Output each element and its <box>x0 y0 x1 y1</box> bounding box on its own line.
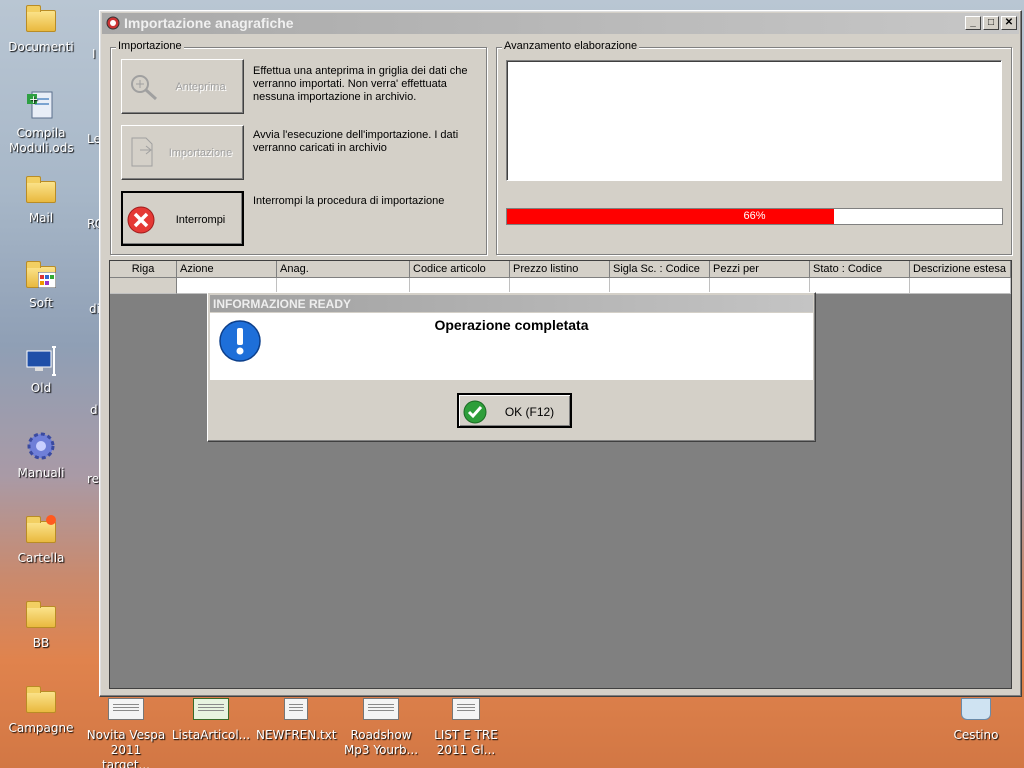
importazione-label: Importazione <box>168 147 233 159</box>
column-header-azione[interactable]: Azione <box>177 261 277 278</box>
desktop-icon-label: Mail <box>28 211 54 225</box>
anteprima-label: Anteprima <box>175 81 226 93</box>
progress-text: 66% <box>743 210 766 222</box>
magnifier-icon <box>131 75 158 101</box>
desktop-file-label: Roadshow Mp3 Yourb... <box>343 728 419 757</box>
desktop-icon-old[interactable]: Old <box>1 345 81 396</box>
dialog-message: Operazione completata <box>434 317 589 333</box>
document-icon <box>108 698 144 720</box>
desktop-icon-bb[interactable]: BB <box>1 600 81 651</box>
desktop-file-newfren[interactable]: NEWFREN.txt <box>256 698 337 743</box>
ok-button[interactable]: OK (F12) <box>457 393 572 428</box>
partial-label: re <box>87 472 100 486</box>
folder-icon <box>24 685 58 715</box>
close-button[interactable]: ✕ <box>1001 16 1017 30</box>
import-document-icon <box>131 137 153 167</box>
progress-bar: 66% <box>506 208 1003 225</box>
importazione-group-label: Importazione <box>116 40 184 52</box>
folder-star-icon <box>24 515 58 545</box>
window-titlebar[interactable]: Importazione anagrafiche _ □ ✕ <box>102 13 1019 34</box>
log-textarea[interactable] <box>506 60 1002 181</box>
interrompi-label: Interrompi <box>175 214 226 226</box>
spreadsheet-icon <box>193 698 229 720</box>
folder-apps-icon <box>24 260 58 290</box>
gear-icon <box>24 430 58 460</box>
maximize-button[interactable]: □ <box>983 16 999 30</box>
desktop-icon-label: Compila Moduli.ods <box>9 126 74 155</box>
desktop-icon-campagne[interactable]: Campagne <box>1 685 81 736</box>
folder-icon <box>24 175 58 205</box>
check-icon <box>463 400 487 424</box>
desktop-icon-label: Old <box>30 381 52 395</box>
column-header-descrizione-estesa[interactable]: Descrizione estesa <box>910 261 1011 278</box>
svg-text:+: + <box>29 93 38 106</box>
partial-label: I <box>92 47 96 61</box>
desktop-file-roadshow[interactable]: Roadshow Mp3 Yourb... <box>341 698 421 758</box>
desktop-file-list-e-tre[interactable]: LIST E TRE 2011 Gl... <box>426 698 506 758</box>
interrompi-description: Interrompi la procedura di importazione <box>253 195 445 207</box>
desktop-file-label: Novita Vespa 2011 target... <box>86 728 166 768</box>
folder-icon <box>24 600 58 630</box>
ok-button-label: OK (F12) <box>504 405 555 419</box>
desktop-icon-mail[interactable]: Mail <box>1 175 81 226</box>
column-header-riga[interactable]: Riga <box>110 261 177 278</box>
grid-header: Riga Azione Anag. Codice articolo Prezzo… <box>110 261 1011 278</box>
column-header-stato-codice[interactable]: Stato : Codice <box>810 261 910 278</box>
desktop-icon-label: Cestino <box>953 728 999 742</box>
folder-icon <box>24 4 58 34</box>
desktop-icon-documenti[interactable]: Documenti <box>1 4 81 55</box>
info-dialog: INFORMAZIONE READY Operazione completata… <box>207 292 816 442</box>
desktop-file-label: LIST E TRE 2011 Gl... <box>434 728 498 757</box>
minimize-button[interactable]: _ <box>965 16 981 30</box>
desktop-icon-label: Soft <box>29 296 53 310</box>
monitor-icon <box>24 345 58 376</box>
table-cell[interactable] <box>810 278 910 294</box>
document-icon <box>363 698 399 720</box>
desktop-icon-soft[interactable]: Soft <box>1 260 81 311</box>
dialog-title: INFORMAZIONE READY <box>210 295 813 312</box>
desktop-icon-label: Documenti <box>8 40 74 54</box>
importazione-description: Avvia l'esecuzione dell'importazione. I … <box>253 129 459 154</box>
partial-label: d <box>90 403 98 417</box>
anteprima-description: Effettua una anteprima in griglia dei da… <box>253 65 468 103</box>
recycle-bin-icon <box>961 698 991 720</box>
desktop-file-listaarticoli[interactable]: ListaArticol... <box>171 698 251 743</box>
desktop-icon-label: Cartella <box>17 551 65 565</box>
desktop-file-label: NEWFREN.txt <box>256 728 337 742</box>
column-header-anag[interactable]: Anag. <box>277 261 410 278</box>
desktop-icon-compila-moduli[interactable]: + Compila Moduli.ods <box>1 90 81 156</box>
app-icon <box>106 16 120 30</box>
text-file-icon <box>284 698 308 720</box>
desktop-icon-label: Manuali <box>17 466 65 480</box>
desktop-icon-cartella[interactable]: Cartella <box>1 515 81 566</box>
desktop-file-novita-vespa[interactable]: Novita Vespa 2011 target... <box>86 698 166 768</box>
desktop-icon-cestino[interactable]: Cestino <box>936 698 1016 743</box>
table-cell[interactable] <box>910 278 1011 294</box>
dialog-body: Operazione completata <box>210 313 813 380</box>
desktop-icon-label: BB <box>32 636 50 650</box>
row-indicator-cell <box>110 278 177 294</box>
column-header-sigla-codice[interactable]: Sigla Sc. : Codice <box>610 261 710 278</box>
column-header-pezzi-per[interactable]: Pezzi per <box>710 261 810 278</box>
importazione-button[interactable]: Importazione <box>121 125 244 180</box>
column-header-codice-articolo[interactable]: Codice articolo <box>410 261 510 278</box>
anteprima-button[interactable]: Anteprima <box>121 59 244 114</box>
column-header-prezzo-listino[interactable]: Prezzo listino <box>510 261 610 278</box>
desktop-file-label: ListaArticol... <box>171 728 251 742</box>
stop-icon <box>127 206 155 234</box>
interrompi-button[interactable]: Interrompi <box>121 191 244 246</box>
document-shortcut-icon: + <box>24 90 58 120</box>
desktop-icon-label: Campagne <box>8 721 74 735</box>
window-title: Importazione anagrafiche <box>124 15 294 31</box>
document-icon <box>452 698 480 720</box>
avanzamento-group-label: Avanzamento elaborazione <box>502 40 640 52</box>
desktop-icon-manuali[interactable]: Manuali <box>1 430 81 481</box>
